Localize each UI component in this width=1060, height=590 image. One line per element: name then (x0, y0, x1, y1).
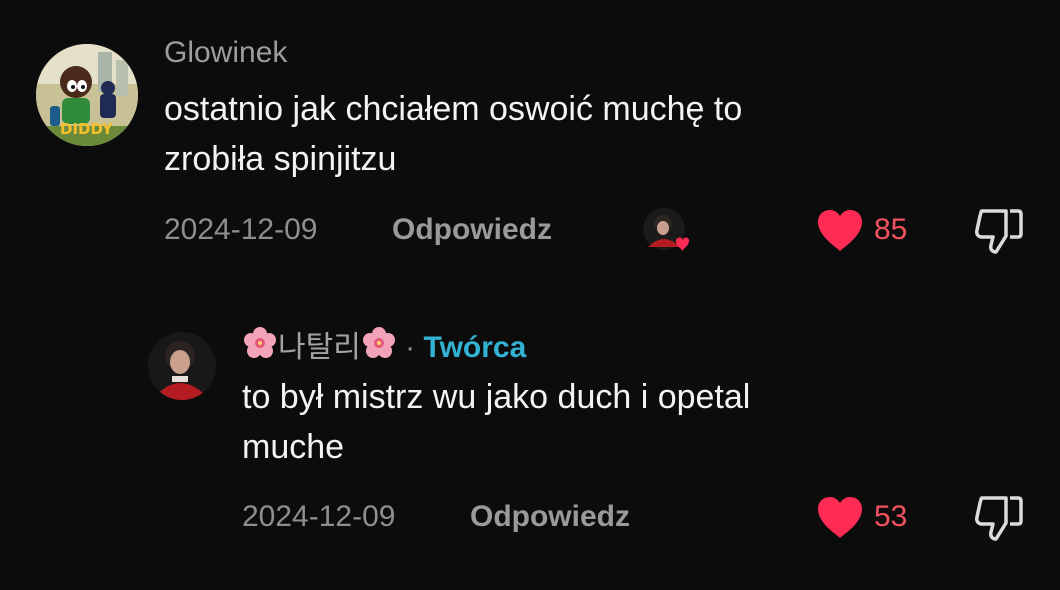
avatar[interactable]: DIDDY (36, 44, 138, 146)
liked-by-creator-avatar (642, 207, 690, 255)
like-count: 85 (874, 213, 908, 246)
reply-text-line-1: to był mistrz wu jako duch i opetal (242, 378, 751, 416)
reply-username-row: 나탈리 · Twórca (242, 322, 526, 369)
reply-username[interactable]: 나탈리 (278, 330, 361, 365)
avatar-image (148, 332, 216, 400)
reply-text-line-2: muche (242, 428, 345, 466)
comment-username[interactable]: Glowinek (164, 36, 287, 70)
avatar-logo-text: DIDDY (60, 120, 113, 138)
comment-text-line-2: zrobiła spinjitzu (164, 140, 397, 178)
comment-text-line-1: ostatnio jak chciałem oswoić muchę to (164, 90, 743, 128)
dislike-icon[interactable] (974, 208, 1024, 261)
reply-button[interactable]: Odpowiedz (392, 213, 552, 247)
heart-icon[interactable] (816, 209, 864, 258)
reply-button[interactable]: Odpowiedz (470, 500, 630, 534)
comment-thread: DIDDY Glowinek ostatnio jak chciałem osw… (0, 0, 1060, 590)
comment-date: 2024-12-09 (164, 213, 318, 246)
flower-icon (361, 325, 397, 369)
creator-badge: Twórca (423, 331, 527, 364)
flower-icon (242, 325, 278, 369)
separator-dot: · (405, 331, 416, 364)
dislike-icon[interactable] (974, 495, 1024, 548)
heart-icon[interactable] (816, 496, 864, 545)
reply-date: 2024-12-09 (242, 500, 396, 533)
like-count: 53 (874, 500, 908, 533)
avatar[interactable] (148, 332, 216, 400)
